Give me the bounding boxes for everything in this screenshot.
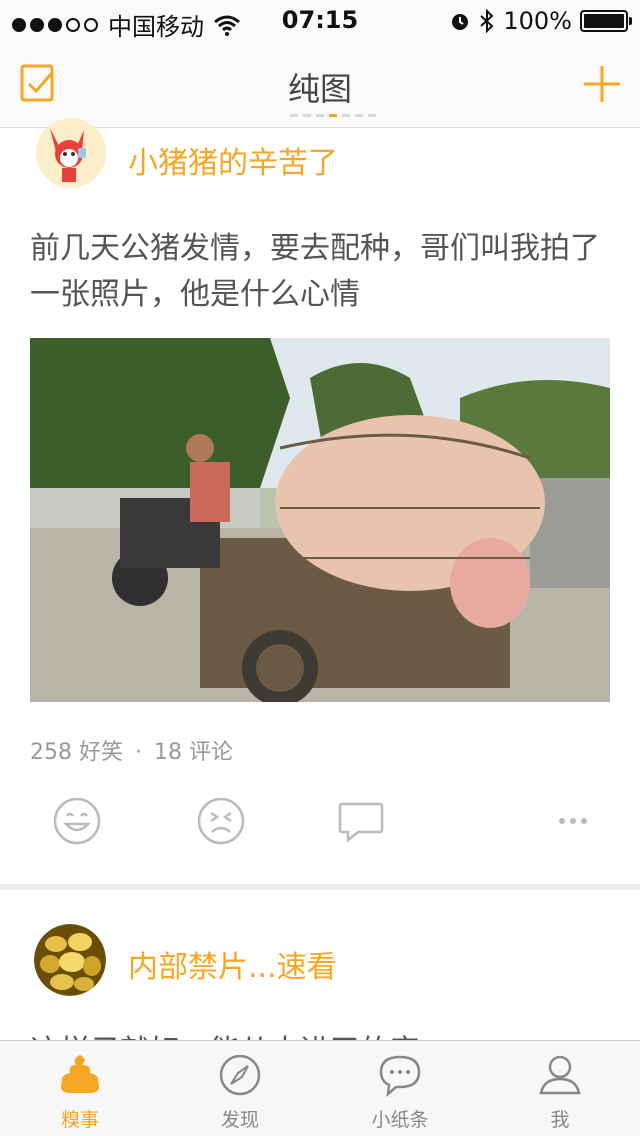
- smile-icon[interactable]: [52, 796, 102, 846]
- author-name[interactable]: 内部禁片...速看: [128, 942, 337, 986]
- gold-avatar-icon: [34, 924, 106, 996]
- likes-count: 258 好笑: [30, 740, 123, 765]
- post-card[interactable]: 小猪猪的辛苦了 前几天公猪发情，要去配种，哥们叫我拍了一张照片，他是什么心情 2: [0, 118, 640, 884]
- stats-separator: ·: [135, 740, 142, 765]
- tab-bar: 糗事 发现 小纸条 我: [0, 1040, 640, 1136]
- tab-me[interactable]: 我: [480, 1041, 640, 1136]
- frown-icon[interactable]: [196, 796, 246, 846]
- plus-icon[interactable]: [582, 64, 622, 104]
- status-bar: 中国移动 07:15 100%: [0, 0, 640, 41]
- bluetooth-icon: [480, 9, 494, 33]
- nav-bar: 纯图: [0, 40, 640, 128]
- post-content[interactable]: 前几天公猪发情，要去配种，哥们叫我拍了一张照片，他是什么心情: [30, 226, 620, 318]
- post-photo[interactable]: [30, 338, 610, 702]
- tab-label: 小纸条: [371, 1109, 429, 1131]
- page-indicator: [290, 114, 376, 117]
- page-title: 纯图: [287, 70, 352, 108]
- fox-avatar-icon: [36, 118, 106, 188]
- compass-icon: [219, 1054, 261, 1096]
- status-right: 100%: [449, 7, 632, 35]
- tab-label: 发现: [220, 1109, 259, 1131]
- author-name[interactable]: 小猪猪的辛苦了: [128, 138, 338, 182]
- tab-label: 我: [550, 1109, 570, 1131]
- avatar[interactable]: [36, 118, 106, 188]
- comments-count[interactable]: 18 评论: [154, 740, 233, 765]
- post-actions: [0, 796, 640, 856]
- avatar[interactable]: [34, 924, 106, 996]
- battery-icon: [580, 10, 632, 32]
- post-stats: 258 好笑 · 18 评论: [30, 734, 233, 766]
- chat-icon: [379, 1055, 421, 1097]
- tab-messages[interactable]: 小纸条: [320, 1041, 480, 1136]
- comment-icon[interactable]: [336, 796, 386, 846]
- poop-icon: [60, 1055, 100, 1093]
- battery-percent: 100%: [503, 7, 572, 35]
- tab-label: 糗事: [60, 1109, 99, 1131]
- pig-cart-photo: [30, 338, 610, 702]
- tab-home[interactable]: 糗事: [0, 1041, 160, 1136]
- post-card[interactable]: 内部禁片...速看 这样子就好，能从未进了的字: [0, 890, 640, 1069]
- user-icon: [539, 1055, 581, 1095]
- tab-discover[interactable]: 发现: [160, 1041, 320, 1136]
- alarm-icon: [452, 14, 469, 30]
- more-icon[interactable]: [548, 796, 598, 846]
